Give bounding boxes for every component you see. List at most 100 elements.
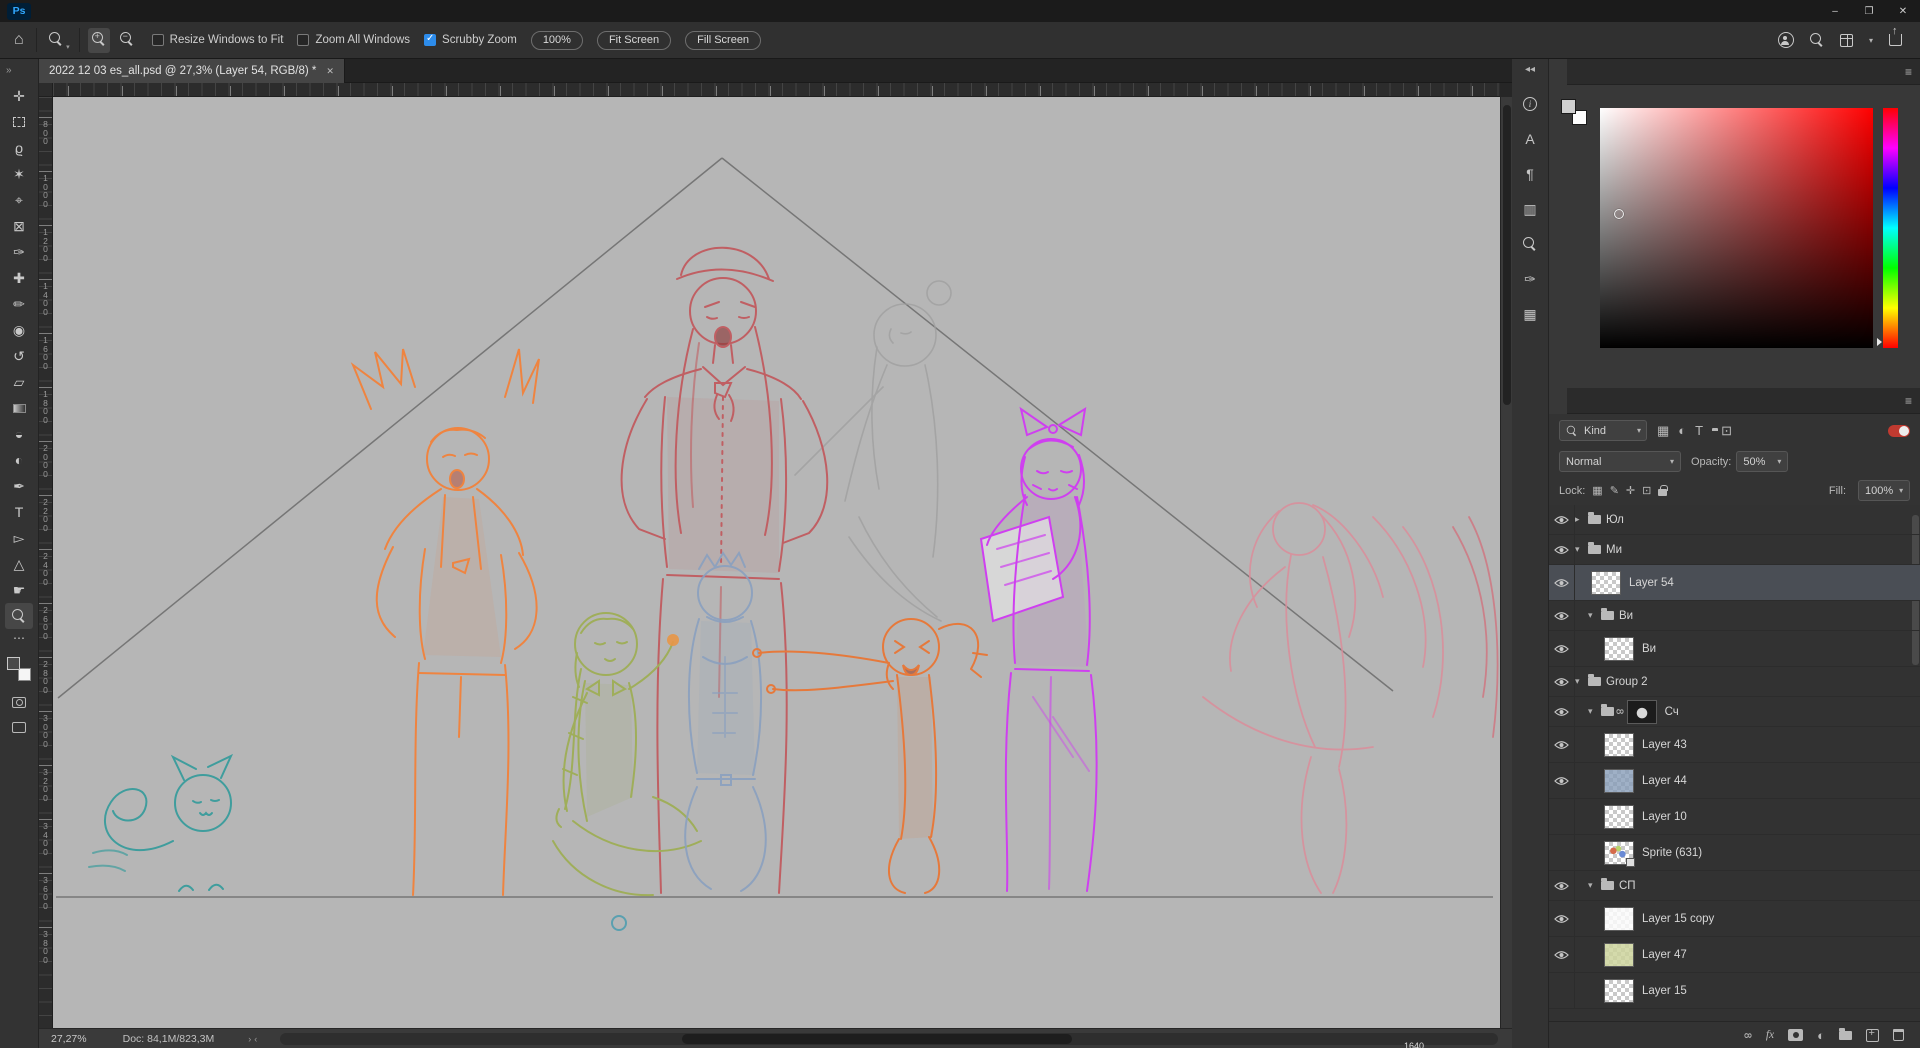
clone-stamp-tool[interactable]: ◉ xyxy=(5,317,33,343)
panel-tab[interactable] xyxy=(1603,59,1621,85)
visibility-toggle[interactable] xyxy=(1549,565,1575,600)
panel-tab[interactable] xyxy=(1567,388,1585,414)
panel-tab[interactable] xyxy=(1549,387,1567,414)
visibility-toggle[interactable] xyxy=(1549,697,1575,726)
link-layers-icon[interactable]: 8 xyxy=(1742,1032,1753,1038)
object-selection-tool[interactable]: ✶ xyxy=(5,161,33,187)
pen-tool[interactable]: ✒ xyxy=(5,473,33,499)
filter-toggle[interactable] xyxy=(1888,424,1910,437)
lasso-tool[interactable]: ϱ xyxy=(5,135,33,161)
zoom-100-button[interactable]: 100% xyxy=(530,30,583,50)
layer-row[interactable]: Layer 15 xyxy=(1549,973,1920,1009)
panel-menu-icon[interactable]: ≡ xyxy=(1905,65,1912,79)
layer-name[interactable]: Layer 44 xyxy=(1642,775,1687,787)
layer-thumbnail[interactable] xyxy=(1604,636,1634,661)
horizontal-scrollbar-thumb[interactable] xyxy=(682,1033,1072,1044)
zoom-all-windows-checkbox[interactable] xyxy=(297,34,310,46)
lock-paint-icon[interactable]: ✎ xyxy=(1610,484,1619,497)
layer-name[interactable]: Layer 15 xyxy=(1642,985,1687,997)
visibility-toggle[interactable] xyxy=(1549,631,1575,666)
canvas[interactable] xyxy=(53,97,1500,1028)
panel-tab[interactable] xyxy=(1549,58,1567,85)
expand-chevron-icon[interactable]: ▾ xyxy=(1588,706,1601,717)
new-layer-icon[interactable] xyxy=(1866,1027,1879,1042)
color-cursor[interactable] xyxy=(1613,208,1624,219)
fill-dropdown[interactable]: 100% ▾ xyxy=(1858,480,1910,501)
panel-tab[interactable] xyxy=(1585,59,1603,85)
visibility-toggle[interactable] xyxy=(1549,901,1575,936)
panel-tab[interactable] xyxy=(1585,388,1603,414)
minimize-button[interactable]: – xyxy=(1818,0,1852,22)
panel-tab[interactable] xyxy=(1621,388,1639,414)
scrubby-zoom-checkbox[interactable] xyxy=(424,33,437,46)
layer-thumbnail[interactable] xyxy=(1604,840,1635,867)
layer-name[interactable]: Ви xyxy=(1642,643,1656,655)
foreground-color-swatch[interactable] xyxy=(1561,99,1576,114)
expand-chevron-icon[interactable]: ▸ xyxy=(1575,514,1588,525)
layer-row[interactable]: ▾ Ми xyxy=(1549,535,1920,565)
layer-row[interactable]: Layer 15 copy xyxy=(1549,901,1920,937)
zoom-tool-preset[interactable]: ▾ xyxy=(45,28,71,53)
zoom-level-field[interactable]: 27,27% xyxy=(51,1033,87,1045)
zoom-in-button[interactable]: + xyxy=(87,27,110,53)
layer-row[interactable]: Layer 47 xyxy=(1549,937,1920,973)
maximize-button[interactable]: ❐ xyxy=(1852,0,1886,22)
status-arrows-icon[interactable]: ›‹ xyxy=(248,1034,260,1044)
toolbar-overflow-icon[interactable]: » xyxy=(0,59,12,83)
account-icon[interactable] xyxy=(1777,32,1794,48)
brush-tool[interactable]: ✏ xyxy=(5,291,33,317)
layer-thumbnail[interactable] xyxy=(1591,570,1621,595)
gradient-tool[interactable] xyxy=(5,395,33,421)
layer-thumbnail[interactable] xyxy=(1604,942,1634,967)
eyedropper-tool[interactable]: ✑ xyxy=(5,239,33,265)
layer-thumbnail[interactable] xyxy=(1604,804,1634,829)
layer-thumbnail[interactable] xyxy=(1604,906,1634,931)
layer-thumbnail[interactable] xyxy=(1626,699,1657,724)
expand-chevron-icon[interactable]: ▾ xyxy=(1575,676,1588,687)
new-group-icon[interactable] xyxy=(1839,1027,1852,1040)
add-layer-mask-icon[interactable] xyxy=(1788,1029,1804,1041)
expand-chevron-icon[interactable]: ▾ xyxy=(1588,610,1601,621)
color-swatch-pair[interactable] xyxy=(1561,99,1587,125)
zoom-tool[interactable] xyxy=(5,603,33,629)
layer-name[interactable]: Ви xyxy=(1619,610,1633,622)
resize-windows-checkbox[interactable] xyxy=(151,34,164,46)
fit-screen-button[interactable]: Fit Screen xyxy=(596,30,672,50)
layer-name[interactable]: Layer 43 xyxy=(1642,739,1687,751)
visibility-toggle[interactable] xyxy=(1549,601,1575,630)
hand-tool[interactable]: ☛ xyxy=(5,577,33,603)
layer-row[interactable]: ▾ Group 2 xyxy=(1549,667,1920,697)
screen-mode-icon[interactable] xyxy=(12,722,26,733)
type-tool[interactable]: T xyxy=(5,499,33,525)
visibility-toggle[interactable] xyxy=(1549,973,1575,1008)
close-button[interactable]: ✕ xyxy=(1886,0,1920,22)
rectangular-marquee-tool[interactable] xyxy=(5,109,33,135)
layer-row[interactable]: Layer 54 xyxy=(1549,565,1920,601)
visibility-toggle[interactable] xyxy=(1549,667,1575,696)
share-icon[interactable] xyxy=(1889,25,1902,46)
delete-layer-icon[interactable] xyxy=(1893,1029,1904,1041)
visibility-toggle[interactable] xyxy=(1549,727,1575,762)
vertical-scrollbar[interactable] xyxy=(1500,97,1512,1028)
expand-chevron-icon[interactable]: ▾ xyxy=(1588,880,1601,891)
edit-toolbar-icon[interactable]: ⋯ xyxy=(13,631,25,645)
history-brush-tool[interactable]: ↺ xyxy=(5,343,33,369)
dodge-tool[interactable]: ◐ xyxy=(5,447,33,473)
eraser-tool[interactable]: ▱ xyxy=(5,369,33,395)
lock-position-icon[interactable]: ✛ xyxy=(1626,484,1635,497)
panel-tab[interactable] xyxy=(1567,59,1585,85)
saturation-brightness-field[interactable] xyxy=(1600,108,1873,348)
search-icon[interactable] xyxy=(1809,33,1824,47)
shape-tool[interactable]: △ xyxy=(5,551,33,577)
path-selection-tool[interactable]: ▻ xyxy=(5,525,33,551)
workspace-icon[interactable] xyxy=(1839,33,1853,47)
layer-row[interactable]: ▾ Ви xyxy=(1549,601,1920,631)
panel-menu-icon[interactable]: ≡ xyxy=(1905,394,1912,408)
filter-pixel-layers-icon[interactable]: ▦ xyxy=(1657,423,1669,439)
layer-name[interactable]: Layer 47 xyxy=(1642,949,1687,961)
frame-tool[interactable]: ⊠ xyxy=(5,213,33,239)
visibility-toggle[interactable] xyxy=(1549,871,1575,900)
layer-name[interactable]: Сч xyxy=(1665,706,1679,718)
character-panel-icon[interactable]: A xyxy=(1518,127,1542,151)
zoom-out-button[interactable]: − xyxy=(116,28,138,53)
